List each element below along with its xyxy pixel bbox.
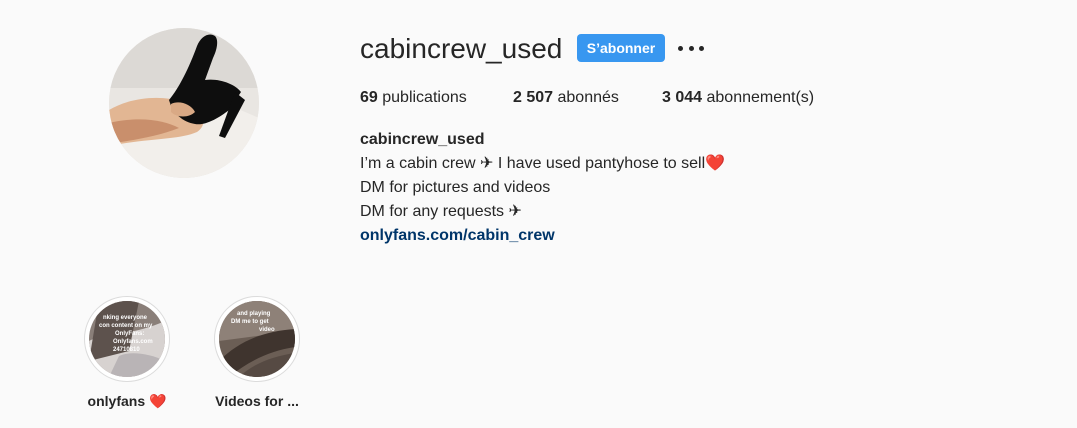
stat-posts: 69 publications (360, 89, 467, 107)
following-count: 3 044 (662, 89, 703, 106)
highlight-ring: and playing DM me to get video (214, 296, 300, 382)
highlight-cover: and playing DM me to get video (219, 301, 295, 377)
posts-count: 69 (360, 89, 378, 106)
stat-followers[interactable]: 2 507 abonnés (513, 89, 619, 107)
svg-text:and playing: and playing (237, 311, 271, 317)
highlight-cover: nking everyone con content on my OnlyFan… (89, 301, 165, 377)
svg-text:Onlyfans.com: Onlyfans.com (113, 339, 153, 345)
following-label: abonnement(s) (706, 89, 815, 106)
bio-line: DM for pictures and videos (360, 179, 551, 196)
more-options-icon[interactable] (678, 36, 704, 60)
svg-text:DM me to get: DM me to get (231, 319, 269, 325)
stat-following[interactable]: 3 044 abonnement(s) (662, 89, 814, 107)
story-highlight[interactable]: nking everyone con content on my OnlyFan… (67, 296, 187, 410)
highlight-cover-image: nking everyone con content on my OnlyFan… (89, 301, 165, 377)
svg-text:OnlyFans:: OnlyFans: (115, 331, 144, 337)
followers-count: 2 507 (513, 89, 554, 106)
highlight-label: Videos for ... (215, 393, 299, 409)
profile-username: cabincrew_used (360, 33, 563, 64)
profile-avatar[interactable] (109, 28, 259, 178)
avatar-photo (109, 28, 259, 178)
dot (678, 45, 683, 51)
svg-text:video: video (259, 327, 275, 333)
highlight-cover-image: and playing DM me to get video (219, 301, 295, 377)
story-highlight[interactable]: and playing DM me to get video Videos fo… (197, 296, 317, 410)
highlight-ring: nking everyone con content on my OnlyFan… (84, 296, 170, 382)
dot (688, 45, 694, 51)
posts-label: publications (382, 89, 467, 106)
bio-line: I’m a cabin crew ✈ I have used pantyhose… (360, 155, 726, 172)
bio-line: DM for any requests ✈ (360, 203, 522, 220)
dot (699, 45, 704, 51)
svg-text:nking everyone: nking everyone (103, 315, 148, 321)
svg-text:24710810: 24710810 (113, 347, 140, 353)
highlight-label: onlyfans ❤️ (87, 393, 167, 409)
svg-text:con content on my: con content on my (99, 323, 153, 329)
follow-button[interactable]: S’abonner (577, 34, 665, 62)
bio-link[interactable]: onlyfans.com/cabin_crew (360, 227, 555, 244)
bio-name: cabincrew_used (360, 131, 485, 148)
followers-label: abonnés (557, 89, 619, 106)
profile-bio: cabincrew_used I’m a cabin crew ✈ I have… (360, 128, 725, 248)
